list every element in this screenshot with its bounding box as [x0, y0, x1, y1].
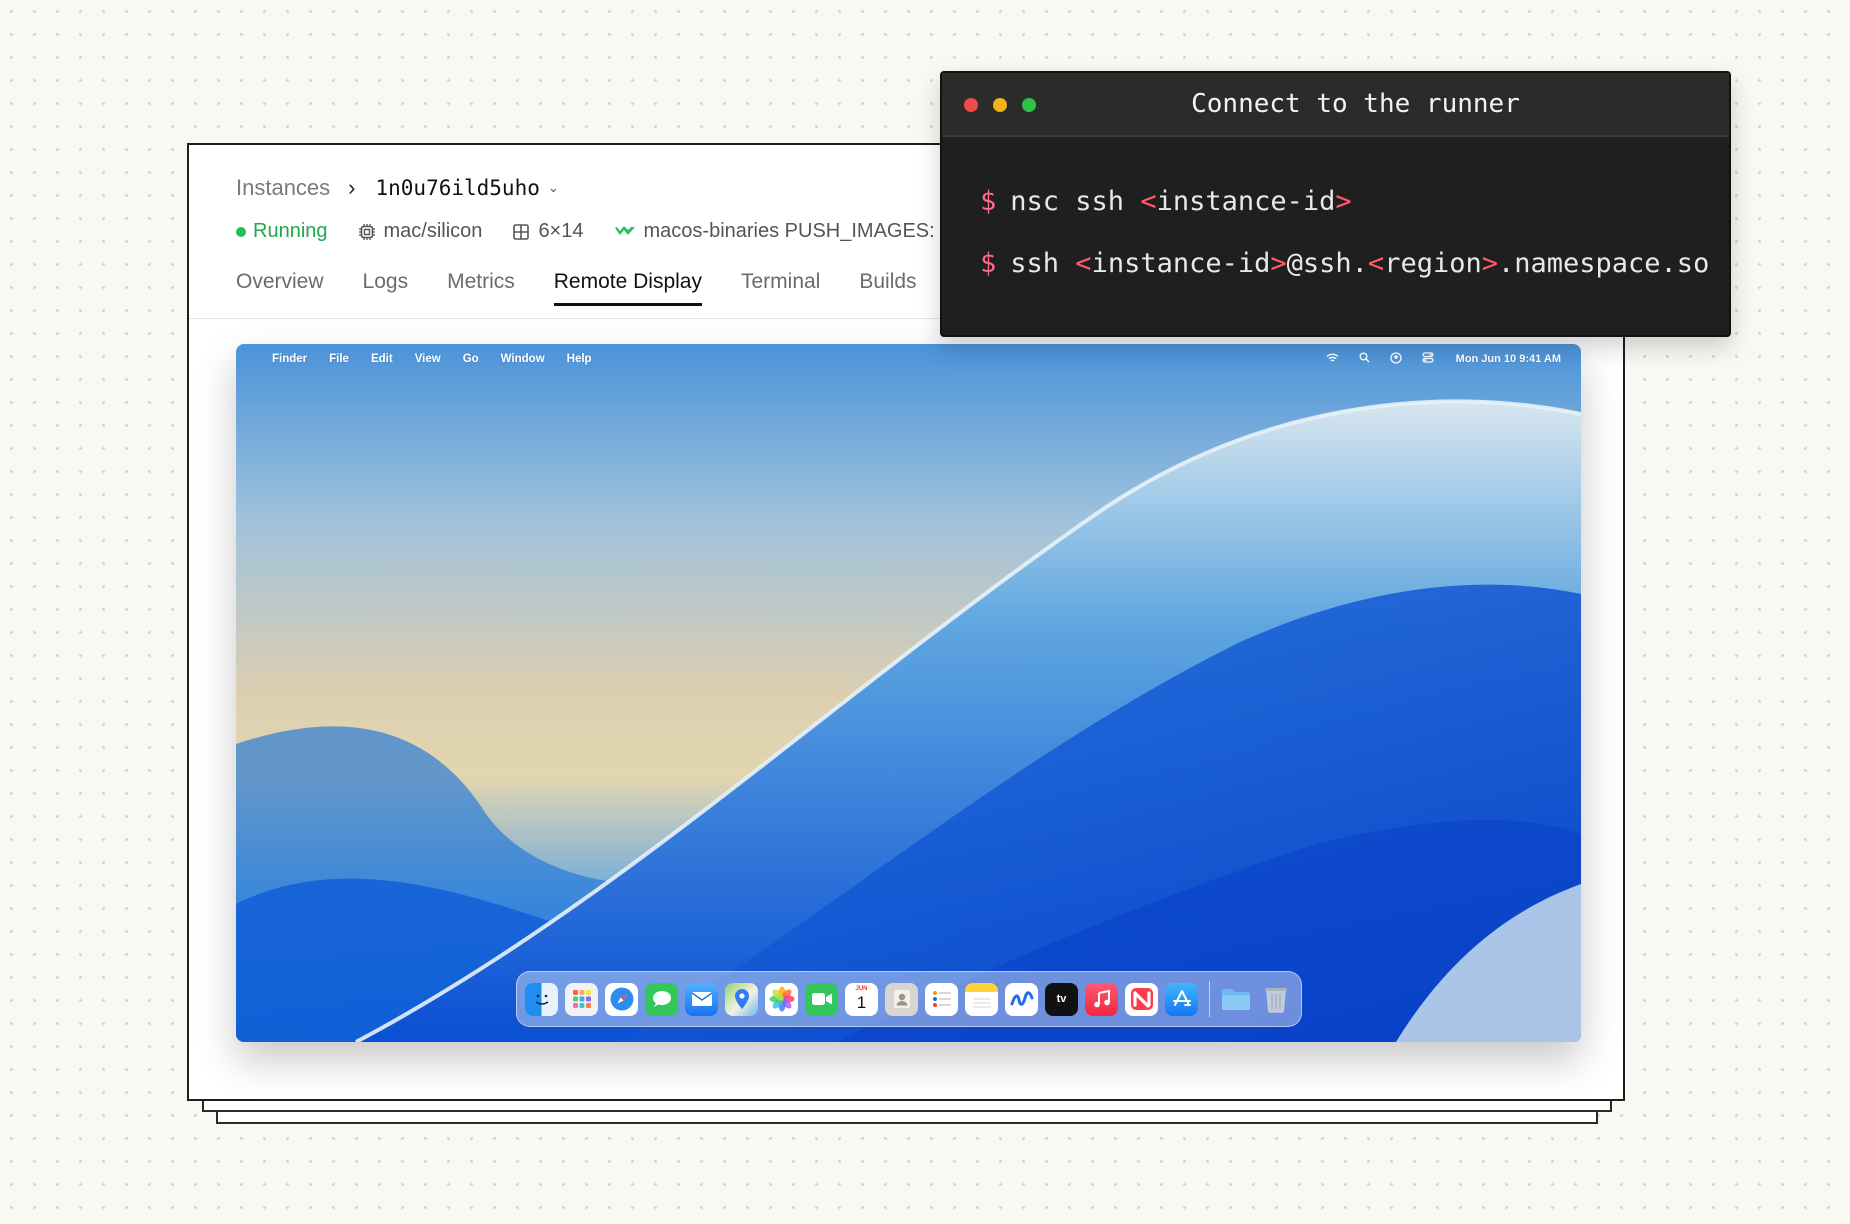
instance-meta: Running mac/silicon 6×14 macos-binaries …	[236, 220, 965, 243]
command-text: nsc ssh	[1010, 186, 1141, 217]
tab-overview[interactable]: Overview	[236, 270, 324, 306]
prompt-symbol: $	[980, 248, 997, 279]
terminal-command-line-2: $ ssh <instance-id>@ssh.<region>.namespac…	[980, 248, 1709, 279]
breadcrumb-separator-icon: ›	[348, 175, 356, 200]
instance-id-selector[interactable]: 1n0u76ild5uho	[376, 176, 540, 200]
status-label: Running	[253, 220, 328, 242]
calendar-day-label: 1	[856, 993, 867, 1012]
music-icon[interactable]	[1085, 982, 1118, 1016]
finder-icon[interactable]	[525, 982, 558, 1016]
calendar-icon[interactable]: JUN 1	[845, 982, 878, 1016]
menu-go[interactable]: Go	[463, 353, 479, 365]
dock-divider	[1209, 981, 1210, 1017]
maps-icon[interactable]	[725, 982, 758, 1016]
namespace-logo-icon	[614, 225, 635, 235]
menu-window[interactable]: Window	[501, 353, 545, 365]
image-label: macos-binaries PUSH_IMAGES:	[643, 220, 935, 242]
terminal-window: Connect to the runner $ nsc ssh <instance…	[940, 71, 1731, 337]
wifi-icon[interactable]	[1326, 353, 1339, 366]
remote-display-screen[interactable]: Finder File Edit View Go Window Help Mon…	[236, 344, 1581, 1042]
menu-file[interactable]: File	[329, 353, 349, 365]
command-text: .namespace.so	[1498, 248, 1710, 279]
breadcrumb: Instances › 1n0u76ild5uho ⌄	[236, 175, 559, 201]
freeform-icon[interactable]	[1005, 982, 1038, 1016]
placeholder-text: instance-id	[1091, 248, 1271, 279]
placeholder-text: region	[1384, 248, 1482, 279]
menu-help[interactable]: Help	[567, 353, 592, 365]
placeholder-bracket: <	[1367, 248, 1385, 279]
placeholder-bracket: <	[1075, 248, 1092, 279]
image-info: macos-binaries PUSH_IMAGES:	[614, 220, 935, 243]
platform-info: mac/silicon	[358, 220, 483, 243]
appletv-icon[interactable]: tv	[1045, 982, 1078, 1016]
shape-label: 6×14	[538, 220, 584, 242]
grid-icon	[513, 223, 530, 240]
appletv-label: tv	[1056, 993, 1067, 1005]
tab-terminal[interactable]: Terminal	[741, 270, 820, 306]
news-icon[interactable]	[1125, 982, 1158, 1016]
placeholder-bracket: >	[1270, 248, 1287, 279]
facetime-icon[interactable]	[805, 982, 838, 1016]
menu-view[interactable]: View	[415, 353, 441, 365]
tab-remote-display[interactable]: Remote Display	[553, 270, 703, 306]
placeholder-bracket: >	[1335, 186, 1352, 217]
shape-info: 6×14	[512, 220, 584, 243]
safari-icon[interactable]	[605, 982, 638, 1016]
command-text: @ssh.	[1286, 248, 1368, 279]
mac-dock: JUN 1 tv	[516, 971, 1302, 1027]
breadcrumb-instances-link[interactable]: Instances	[236, 175, 330, 201]
reminders-icon[interactable]	[925, 982, 958, 1016]
menubar-clock[interactable]: Mon Jun 10 9:41 AM	[1456, 353, 1561, 365]
control-center-icon[interactable]	[1422, 352, 1434, 366]
menubar-status-area: Mon Jun 10 9:41 AM	[1306, 344, 1561, 374]
notes-icon[interactable]	[965, 982, 998, 1016]
chip-icon	[358, 223, 375, 240]
photos-icon[interactable]	[765, 982, 798, 1016]
contacts-icon[interactable]	[885, 982, 918, 1016]
messages-icon[interactable]	[645, 982, 678, 1016]
appstore-icon[interactable]	[1165, 982, 1198, 1016]
wallpaper	[236, 399, 1581, 1042]
user-switch-icon[interactable]	[1390, 351, 1402, 367]
folder-icon[interactable]	[1219, 983, 1252, 1016]
menu-edit[interactable]: Edit	[371, 353, 393, 365]
prompt-symbol: $	[980, 186, 997, 217]
calendar-month-label: JUN	[855, 986, 868, 992]
mac-menubar: Finder File Edit View Go Window Help Mon…	[236, 344, 1581, 374]
trash-icon[interactable]	[1259, 983, 1292, 1016]
terminal-title: Connect to the runner	[1191, 89, 1520, 119]
tab-metrics[interactable]: Metrics	[447, 270, 515, 306]
platform-label: mac/silicon	[383, 220, 483, 242]
placeholder-bracket: >	[1481, 248, 1498, 279]
placeholder-bracket: <	[1140, 186, 1157, 217]
tab-bar: Overview Logs Metrics Remote Display Ter…	[236, 270, 956, 306]
status-badge: Running	[236, 220, 328, 243]
spotlight-search-icon[interactable]	[1359, 352, 1370, 366]
mail-icon[interactable]	[685, 982, 718, 1016]
tab-builds[interactable]: Builds	[859, 270, 916, 306]
command-text: ssh	[1010, 248, 1076, 279]
tab-logs[interactable]: Logs	[363, 270, 409, 306]
launchpad-icon[interactable]	[565, 982, 598, 1016]
menu-finder[interactable]: Finder	[272, 353, 307, 365]
status-dot-icon	[236, 226, 246, 237]
placeholder-text: instance-id	[1156, 186, 1336, 217]
terminal-titlebar: Connect to the runner	[942, 73, 1729, 137]
chevron-down-icon[interactable]: ⌄	[548, 180, 559, 196]
terminal-command-line-1: $ nsc ssh <instance-id>	[980, 186, 1352, 217]
